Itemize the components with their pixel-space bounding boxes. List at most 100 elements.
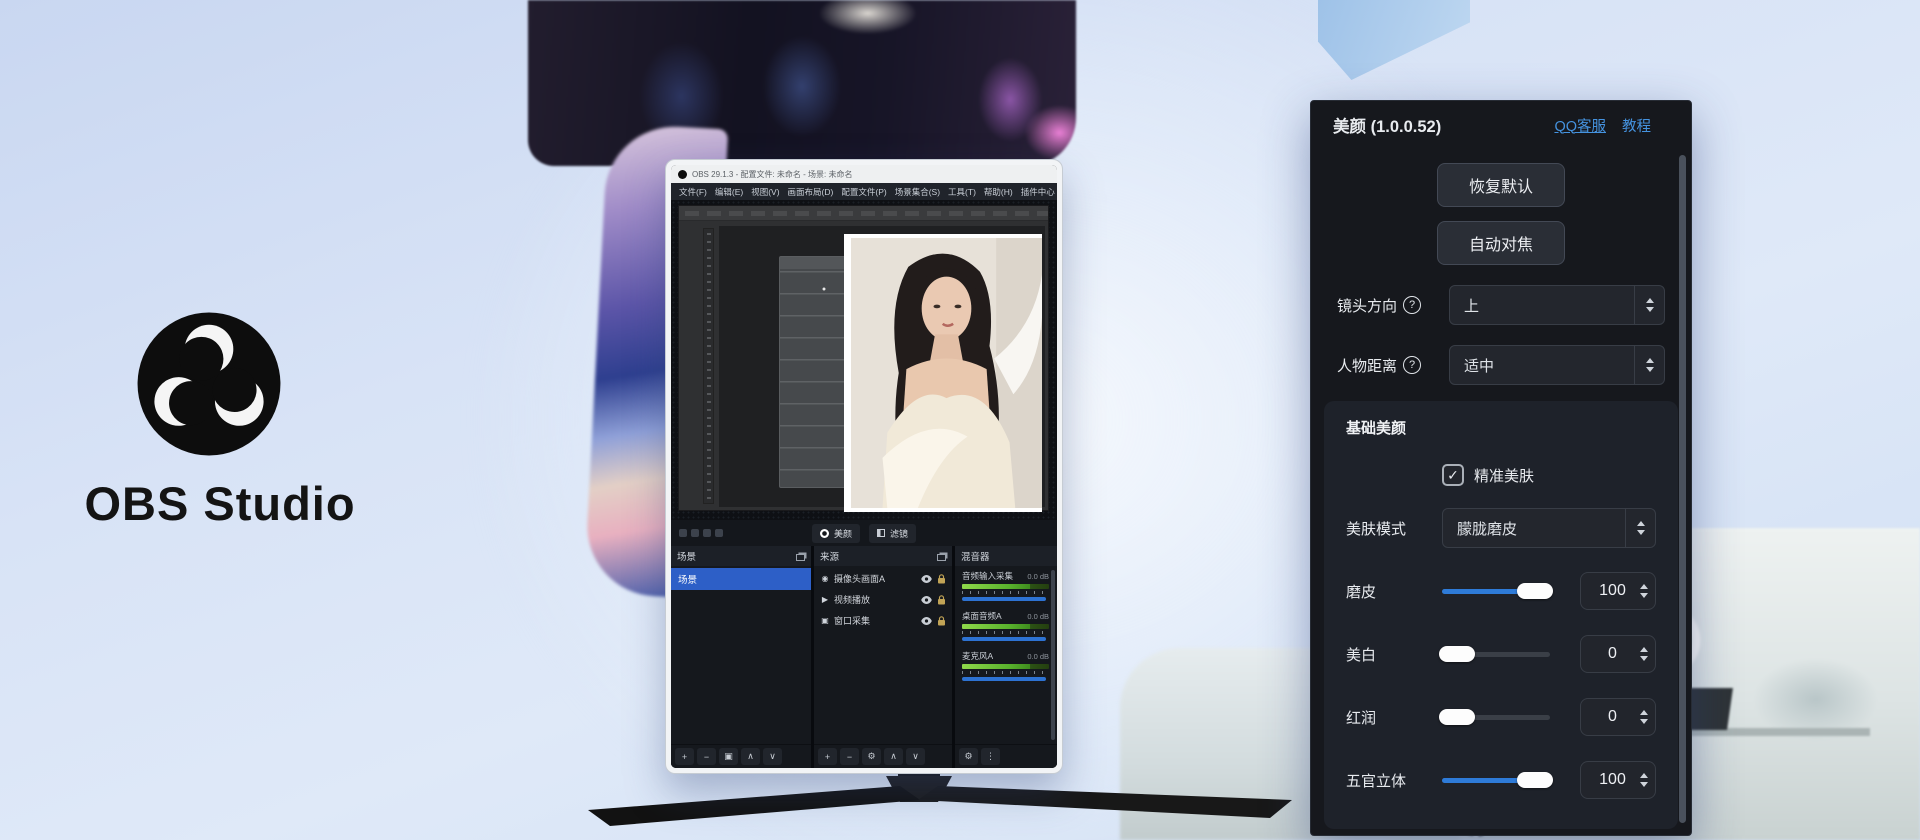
beauty-filter-panel: 美颜 (1.0.0.52) QQ客服 教程 恢复默认 自动对焦 镜头方向 ? 上 — [1310, 100, 1692, 836]
volume-slider[interactable] — [962, 637, 1046, 641]
mixer-options-button[interactable]: ⋮ — [981, 748, 1000, 765]
rosy-spinbox[interactable]: 0 — [1580, 698, 1656, 736]
mixer-channel: 音频输入采集 0.0 dB — [962, 570, 1049, 601]
visibility-eye-icon[interactable] — [921, 575, 932, 583]
help-icon[interactable]: ? — [1403, 356, 1421, 374]
mixer-channel: 桌面音频A 0.0 dB — [962, 610, 1049, 641]
slider-handle[interactable] — [1439, 646, 1475, 662]
whitening-value: 0 — [1585, 645, 1640, 663]
source-item-media[interactable]: ▶ 视频播放 — [814, 589, 952, 610]
precise-skin-checkbox[interactable]: ✓ — [1442, 464, 1464, 486]
select-spinner[interactable] — [1625, 509, 1655, 547]
lock-icon[interactable] — [937, 616, 946, 626]
rosy-slider[interactable] — [1442, 715, 1550, 720]
auto-focus-button[interactable]: 自动对焦 — [1437, 221, 1565, 265]
add-scene-button[interactable]: + — [675, 748, 694, 765]
decrement-icon[interactable] — [1640, 782, 1648, 787]
increment-icon[interactable] — [1640, 710, 1648, 715]
volume-slider[interactable] — [962, 677, 1046, 681]
skin-mode-select[interactable]: 朦胧磨皮 — [1442, 508, 1656, 548]
decrement-icon[interactable] — [1640, 593, 1648, 598]
dock-popout-icon[interactable] — [937, 554, 946, 561]
panel-scrollbar[interactable] — [1679, 155, 1686, 823]
menu-view[interactable]: 视图(V) — [751, 186, 779, 198]
mixer-settings-button[interactable]: ⚙ — [959, 748, 978, 765]
source-item-camera[interactable]: ◉ 摄像头画面A — [814, 568, 952, 589]
qq-support-link[interactable]: QQ客服 — [1554, 115, 1606, 136]
facial-3d-slider[interactable] — [1442, 778, 1550, 783]
lock-icon[interactable] — [937, 574, 946, 584]
slider-handle[interactable] — [1517, 583, 1553, 599]
slider-handle[interactable] — [1439, 709, 1475, 725]
move-source-down-button[interactable]: ∨ — [906, 748, 925, 765]
mixer-scrollbar[interactable] — [1051, 570, 1055, 740]
remove-scene-button[interactable]: − — [697, 748, 716, 765]
increment-icon[interactable] — [1640, 584, 1648, 589]
volume-meter — [962, 664, 1049, 669]
restore-defaults-button[interactable]: 恢复默认 — [1437, 163, 1565, 207]
menu-scene-collection[interactable]: 场景集合(S) — [895, 186, 940, 198]
smoothing-spinbox[interactable]: 100 — [1580, 572, 1656, 610]
increment-icon[interactable] — [1640, 773, 1648, 778]
rosy-label: 红润 — [1346, 707, 1442, 728]
tool-icon[interactable] — [679, 529, 687, 537]
select-spinner[interactable] — [1634, 286, 1664, 324]
preview-control-strip: 美颜 滤镜 — [671, 520, 1057, 546]
whitening-slider[interactable] — [1442, 652, 1550, 657]
sources-dock-title: 来源 — [820, 549, 839, 563]
camera-direction-select[interactable]: 上 — [1449, 285, 1665, 325]
meter-ticks — [962, 671, 1049, 674]
add-source-button[interactable]: + — [818, 748, 837, 765]
whitening-label: 美白 — [1346, 644, 1442, 665]
source-item-window-capture[interactable]: ▣ 窗口采集 — [814, 610, 952, 631]
remove-source-button[interactable]: − — [840, 748, 859, 765]
volume-slider[interactable] — [962, 597, 1046, 601]
menu-profile[interactable]: 配置文件(P) — [841, 186, 886, 198]
tab-filter[interactable]: 滤镜 — [869, 524, 916, 543]
duplicate-scene-button[interactable]: ▣ — [719, 748, 738, 765]
source-name: 窗口采集 — [834, 614, 870, 627]
select-spinner[interactable] — [1634, 346, 1664, 384]
chevron-down-icon — [1646, 307, 1654, 312]
move-source-up-button[interactable]: ∧ — [884, 748, 903, 765]
dock-popout-icon[interactable] — [796, 554, 805, 561]
move-scene-up-button[interactable]: ∧ — [741, 748, 760, 765]
person-distance-row: 人物距离 ? 适中 — [1337, 345, 1665, 385]
visibility-eye-icon[interactable] — [921, 617, 932, 625]
slider-handle[interactable] — [1517, 772, 1553, 788]
menu-file[interactable]: 文件(F) — [679, 186, 707, 198]
whitening-spinbox[interactable]: 0 — [1580, 635, 1656, 673]
decrement-icon[interactable] — [1640, 719, 1648, 724]
menu-plugin-center[interactable]: 插件中心 — [1021, 186, 1055, 198]
facial-3d-spinbox[interactable]: 100 — [1580, 761, 1656, 799]
tutorial-link[interactable]: 教程 — [1622, 115, 1651, 136]
visibility-eye-icon[interactable] — [921, 596, 932, 604]
sources-list: ◉ 摄像头画面A ▶ 视频播放 — [814, 566, 952, 744]
person-distance-select[interactable]: 适中 — [1449, 345, 1665, 385]
menu-tools[interactable]: 工具(T) — [948, 186, 976, 198]
smoothing-slider[interactable] — [1442, 589, 1550, 594]
source-name: 摄像头画面A — [834, 572, 885, 585]
tool-icon[interactable] — [715, 529, 723, 537]
decrement-icon[interactable] — [1640, 656, 1648, 661]
skin-mode-row: 美肤模式 朦胧磨皮 — [1346, 508, 1656, 548]
increment-icon[interactable] — [1640, 647, 1648, 652]
scene-item-selected[interactable]: 场景 — [671, 568, 811, 590]
menu-help[interactable]: 帮助(H) — [984, 186, 1013, 198]
menu-edit[interactable]: 编辑(E) — [715, 186, 743, 198]
tool-icon[interactable] — [691, 529, 699, 537]
obs-preview-area — [671, 200, 1057, 520]
basic-beauty-title: 基础美颜 — [1346, 417, 1656, 438]
record-dot-icon — [820, 529, 829, 538]
media-play-icon: ▶ — [820, 595, 830, 604]
channel-db-value: 0.0 dB — [1027, 652, 1049, 661]
move-scene-down-button[interactable]: ∨ — [763, 748, 782, 765]
help-icon[interactable]: ? — [1403, 296, 1421, 314]
tool-icon[interactable] — [703, 529, 711, 537]
source-properties-button[interactable]: ⚙ — [862, 748, 881, 765]
scenes-dock-header: 场景 — [671, 546, 811, 566]
menu-layout[interactable]: 画面布局(D) — [788, 186, 834, 198]
lock-icon[interactable] — [937, 595, 946, 605]
tab-beauty-filter[interactable]: 美颜 — [812, 524, 860, 543]
whitening-slider-row: 美白 0 — [1346, 634, 1656, 674]
